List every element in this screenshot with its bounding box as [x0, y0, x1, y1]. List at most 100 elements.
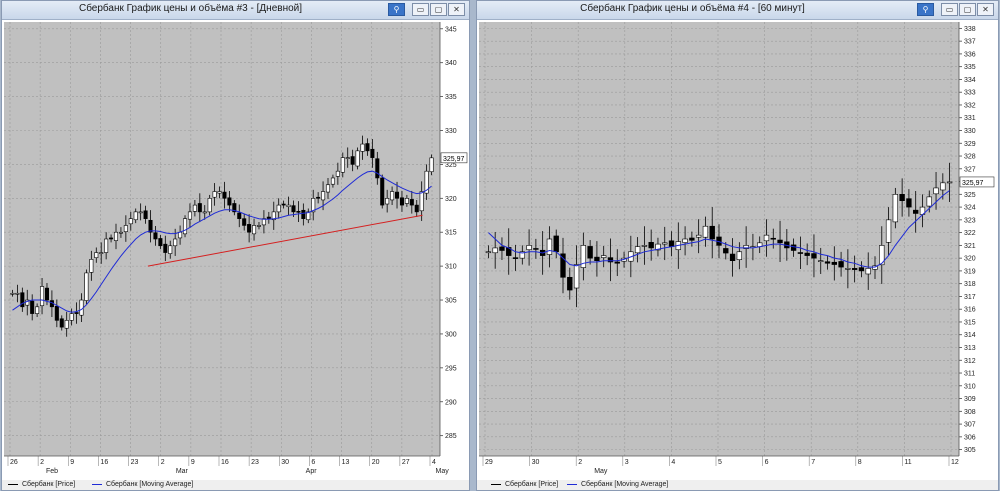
candle-up [138, 211, 143, 214]
candle-down [44, 287, 50, 301]
candle-down [560, 253, 566, 278]
candle-up [546, 238, 553, 255]
y-tick-label: 310 [445, 264, 457, 271]
daily-window-titlebar[interactable]: Сбербанк График цены и объёма #3 - [Днев… [2, 1, 469, 20]
x-tick-label: 2 [578, 459, 582, 466]
y-tick-label: 322 [964, 230, 976, 237]
candle-down [394, 191, 400, 199]
y-tick-label: 307 [964, 422, 976, 429]
candle-down [222, 191, 227, 199]
candle-down [163, 243, 168, 253]
daily-window-title: Сбербанк График цены и объёма #3 - [Днев… [78, 3, 303, 14]
x-tick-label: 7 [811, 459, 815, 466]
last-price-label: 325,97 [443, 156, 465, 163]
y-tick-label: 331 [964, 115, 976, 122]
candle-up [926, 196, 932, 207]
y-tick-label: 290 [445, 399, 457, 406]
candle-down [365, 143, 370, 152]
maximize-button[interactable]: ▢ [430, 3, 447, 16]
candle-down [614, 261, 620, 264]
y-tick-label: 317 [964, 294, 976, 301]
x-month-label: May [594, 468, 608, 475]
candle-up [212, 191, 217, 198]
y-tick-label: 328 [964, 154, 976, 161]
y-tick-label: 310 [964, 383, 976, 390]
candle-up [573, 264, 580, 289]
x-month-label: May [436, 468, 450, 475]
x-tick-label: 23 [251, 459, 259, 466]
candle-down [553, 235, 559, 253]
candle-up [641, 245, 648, 247]
y-tick-label: 308 [964, 409, 976, 416]
close-button[interactable]: ✕ [977, 3, 994, 16]
candle-down [399, 197, 404, 206]
candle-up [256, 225, 262, 227]
candle-up [429, 157, 434, 173]
hourly-price-chart[interactable]: 3053063073083093103113123133143153163173… [477, 20, 998, 481]
candle-down [109, 237, 114, 240]
hourly-window-titlebar[interactable]: Сбербанк График цены и объёма #4 - [60 м… [477, 1, 998, 20]
candle-down [296, 211, 301, 213]
x-tick-label: 16 [100, 459, 108, 466]
x-month-label: Mar [176, 468, 189, 475]
plot-area [4, 22, 440, 456]
candle-down [414, 204, 419, 213]
candle-down [899, 194, 905, 202]
pin-icon[interactable]: ⚲ [388, 3, 405, 16]
y-tick-label: 316 [964, 307, 976, 314]
candle-up [865, 268, 871, 275]
candle-up [69, 313, 74, 321]
x-tick-label: 3 [625, 459, 629, 466]
candle-up [94, 252, 99, 259]
candle-up [168, 245, 173, 254]
x-tick-label: 5 [718, 459, 722, 466]
candle-up [286, 204, 291, 208]
close-button[interactable]: ✕ [448, 3, 465, 16]
y-tick-label: 330 [964, 128, 976, 135]
candle-down [281, 203, 286, 206]
x-month-label: Apr [306, 468, 318, 475]
candle-up [695, 234, 702, 238]
y-tick-label: 327 [964, 166, 976, 173]
candle-down [831, 261, 837, 265]
candle-down [266, 216, 271, 219]
hourly-legend: Сбербанк [Price] Сбербанк [Moving Averag… [477, 480, 998, 490]
candle-down [380, 177, 385, 206]
candle-down [587, 246, 593, 259]
y-tick-label: 318 [964, 281, 976, 288]
candle-up [178, 231, 183, 239]
candle-up [35, 306, 40, 314]
candle-up [217, 191, 222, 194]
x-tick-label: 12 [951, 459, 959, 466]
candle-up [492, 247, 498, 254]
daily-price-chart[interactable]: 2852902953003053103153203253303353403452… [2, 20, 469, 481]
minimize-button[interactable]: ▭ [941, 3, 958, 16]
candle-down [499, 246, 505, 251]
y-tick-label: 332 [964, 102, 976, 109]
candle-up [40, 286, 45, 307]
hourly-chart-window: Сбербанк График цены и объёма #4 - [60 м… [476, 0, 999, 491]
candle-up [682, 238, 688, 243]
candle-up [15, 292, 20, 295]
pin-icon[interactable]: ⚲ [917, 3, 934, 16]
y-tick-label: 323 [964, 217, 976, 224]
maximize-button[interactable]: ▢ [959, 3, 976, 16]
x-tick-label: 20 [372, 459, 380, 466]
candle-down [533, 248, 539, 250]
x-tick-label: 27 [402, 459, 410, 466]
minimize-button[interactable]: ▭ [412, 3, 429, 16]
candle-down [316, 196, 321, 199]
candle-up [89, 259, 94, 273]
candle-up [601, 255, 607, 258]
candle-up [84, 272, 89, 301]
candle-up [173, 238, 178, 247]
y-tick-label: 321 [964, 243, 976, 250]
x-tick-label: 4 [671, 459, 675, 466]
candle-up [276, 204, 281, 213]
y-tick-label: 320 [445, 196, 457, 203]
candle-up [123, 225, 128, 232]
candle-down [153, 232, 158, 240]
candle-down [350, 156, 355, 165]
y-tick-label: 336 [964, 51, 976, 58]
candle-up [355, 150, 360, 167]
